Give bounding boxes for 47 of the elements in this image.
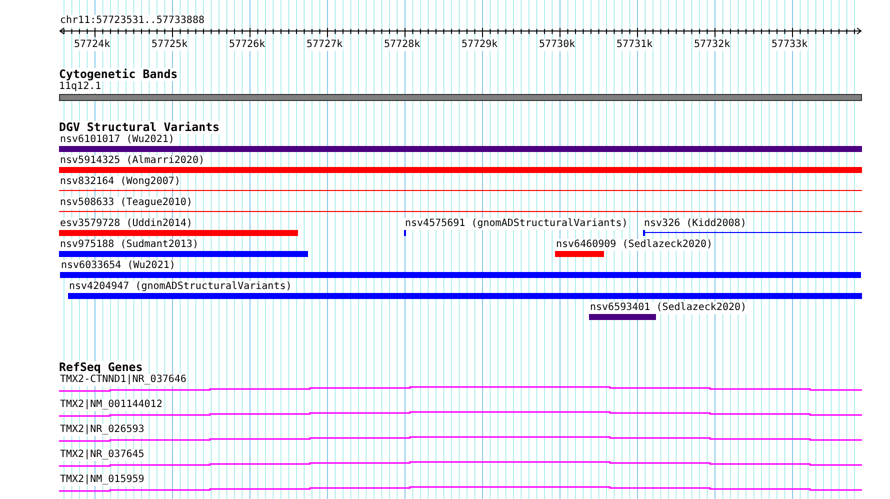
variant-label[interactable]: esv3579728 (Uddin2014) [59,218,192,230]
variant-bar[interactable] [589,314,656,320]
gene-line[interactable] [59,411,862,417]
variant-label[interactable]: nsv832164 (Wong2007) [59,176,180,188]
variant-label[interactable]: nsv6460909 (Sedlazeck2020) [555,239,713,251]
variant-label[interactable]: nsv4204947 (gnomADStructuralVariants) [68,281,292,293]
track-title: Cytogenetic Bands [59,68,178,81]
variant-label[interactable]: nsv975188 (Sudmant2013) [59,239,198,251]
ruler-tick-label: 57729k [462,39,498,51]
ruler-tick-label: 57725k [152,39,188,51]
ruler-tick-label: 57733k [772,39,808,51]
gene-label[interactable]: TMX2|NM_001144012 [59,399,162,411]
gene-label[interactable]: TMX2|NR_026593 [59,424,144,436]
variant-label[interactable]: nsv6101017 (Wu2021) [59,134,174,146]
variant-label[interactable]: nsv6593401 (Sedlazeck2020) [589,302,747,314]
variant-bar[interactable] [60,272,861,278]
ruler-tick-label: 57727k [306,39,343,51]
ruler-tick-label: 57724k [74,39,110,51]
location-label: chr11:57723531..57733888 [59,15,204,27]
variant-label[interactable]: nsv5914325 (Almarri2020) [59,155,204,167]
band-label: 11q12.1 [59,81,102,93]
gene-label[interactable]: TMX2|NR_037645 [59,449,144,461]
variant-label[interactable]: nsv6033654 (Wu2021) [60,260,176,272]
ruler-tick-label: 57726k [229,39,266,51]
variant-label[interactable]: nsv508633 (Teague2010) [59,197,192,209]
gene-label[interactable]: TMX2-CTNND1|NR_037646 [59,374,186,386]
variant-bar[interactable] [68,293,862,299]
variant-bar[interactable] [59,251,308,257]
variant-label[interactable]: nsv326 (Kidd2008) [643,218,746,230]
variant-bar[interactable] [555,251,604,257]
variant-bar[interactable] [59,230,298,236]
cytoband-bar[interactable] [59,94,862,101]
gene-line[interactable] [59,436,862,442]
gene-line[interactable] [59,386,862,392]
track-title: RefSeq Genes [59,361,143,374]
ruler-tick-label: 57728k [384,39,420,51]
variant-label[interactable]: nsv4575691 (gnomADStructuralVariants) [404,218,628,230]
variant-line[interactable] [643,230,862,236]
gene-line[interactable] [59,486,862,492]
gene-line[interactable] [59,461,862,467]
ruler-tick-label: 57730k [539,39,576,51]
track-title: DGV Structural Variants [59,121,220,134]
variant-bar[interactable] [59,146,862,152]
ruler-tick-label: 57732k [694,39,730,51]
variant-bar[interactable] [59,167,862,173]
ruler-tick-label: 57731k [616,39,653,51]
gene-label[interactable]: TMX2|NM_015959 [59,474,144,486]
